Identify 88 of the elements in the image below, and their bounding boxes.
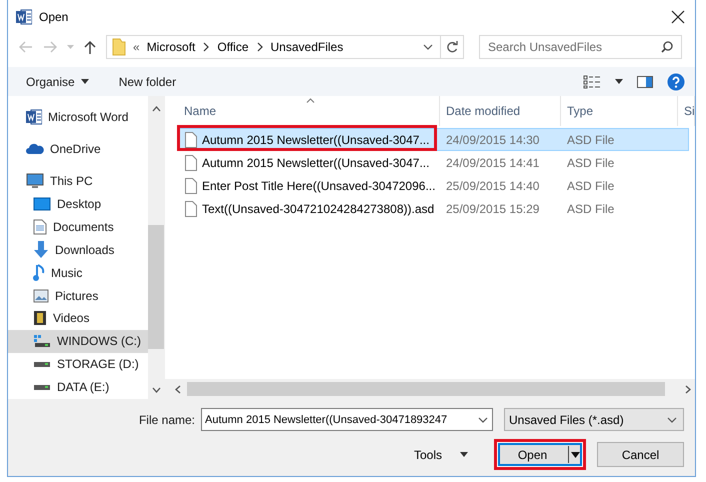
word-icon	[16, 9, 32, 25]
cancel-button[interactable]: Cancel	[597, 442, 684, 467]
monitor-icon	[26, 173, 44, 189]
view-list-icon[interactable]	[583, 74, 601, 88]
column-header[interactable]: Name	[178, 96, 440, 126]
file-name-field[interactable]: Autumn 2015 Newsletter((Unsaved-30471893247	[201, 408, 493, 431]
document-icon	[33, 219, 47, 236]
file-name: Text((Unsaved-304721024284273808)).asd	[202, 202, 434, 216]
type-cell-text: ASD File	[566, 156, 616, 170]
cloud-icon	[26, 143, 44, 155]
column-header[interactable]: Si	[678, 96, 695, 126]
word-icon	[26, 109, 42, 125]
film-icon	[33, 310, 47, 326]
file-type-dropdown[interactable]: Unsaved Files (*.asd)	[504, 408, 684, 431]
help-icon[interactable]	[667, 72, 685, 90]
chevron-down-icon	[478, 416, 488, 424]
type-cell-text: ASD File	[566, 178, 616, 192]
open-button[interactable]: Open	[494, 439, 586, 470]
view-caret-icon[interactable]	[615, 79, 623, 84]
new-folder-button[interactable]: New folder	[118, 72, 176, 90]
date-cell-text: 24/09/2015 14:30	[445, 132, 540, 146]
scroll-up-icon[interactable]	[152, 106, 160, 112]
chevron-down-icon	[667, 416, 677, 424]
music-note-icon	[33, 264, 45, 282]
breadcrumb-item[interactable]: UnsavedFiles	[270, 40, 344, 54]
sidebar-item[interactable]: Desktop	[8, 193, 148, 216]
download-arrow-icon	[33, 240, 49, 259]
preview-pane-icon[interactable]	[637, 76, 653, 88]
up-arrow-icon[interactable]	[84, 40, 96, 54]
caret-down-icon	[80, 79, 89, 84]
drive-icon	[33, 382, 51, 391]
sidebar-item[interactable]: Pictures	[8, 284, 148, 307]
scrollbar-thumb[interactable]	[187, 382, 665, 396]
field-label: File name:	[138, 412, 195, 426]
drive-icon	[33, 360, 51, 368]
file-icon	[185, 178, 197, 194]
chevron-right-icon	[256, 42, 264, 52]
sidebar-item[interactable]: Downloads	[8, 238, 148, 262]
refresh-icon[interactable]	[446, 41, 458, 53]
picture-icon	[33, 288, 49, 303]
file-icon	[185, 200, 197, 216]
sidebar-item[interactable]: WINDOWS (C:)	[8, 330, 148, 353]
caret-down-icon	[460, 452, 468, 457]
file-icon	[185, 154, 197, 170]
sidebar-item[interactable]: Documents	[8, 216, 148, 239]
sidebar-item[interactable]: This PC	[8, 169, 148, 193]
scrollbar-thumb[interactable]	[148, 225, 164, 349]
type-cell-text: ASD File	[566, 132, 616, 146]
date-cell-text: 25/09/2015 14:40	[445, 178, 540, 192]
dropdown-chevron-icon	[423, 43, 433, 51]
caret-down-icon	[571, 452, 580, 458]
tools-menu-button[interactable]: Tools	[408, 442, 474, 467]
column-header[interactable]: Type	[561, 96, 678, 126]
folder-icon	[112, 38, 126, 56]
date-cell-text: 25/09/2015 15:29	[445, 202, 540, 216]
file-row[interactable]: Autumn 2015 Newsletter((Unsaved-3047... 24/09/2015 14:41 ASD File	[178, 151, 689, 174]
scroll-down-icon[interactable]	[152, 387, 160, 393]
file-name: Autumn 2015 Newsletter((Unsaved-3047...	[202, 132, 430, 146]
search-icon	[661, 41, 673, 53]
breadcrumb-item[interactable]: Microsoft	[146, 40, 196, 54]
drive-icon	[33, 334, 51, 348]
file-row[interactable]: Enter Post Title Here((Unsaved-30472096... 25/09/2015 14:40 ASD File	[178, 174, 689, 197]
sidebar-item[interactable]: DATA (E:)	[8, 375, 148, 398]
close-icon[interactable]	[671, 10, 685, 24]
file-name: Autumn 2015 Newsletter((Unsaved-3047...	[202, 156, 430, 170]
sidebar-item[interactable]: Videos	[8, 306, 148, 330]
address-bar[interactable]: « Microsoft Office UnsavedFiles	[106, 35, 464, 59]
file-name: Enter Post Title Here((Unsaved-30472096...	[202, 178, 436, 192]
scroll-right-icon[interactable]	[685, 384, 691, 394]
date-cell-text: 24/09/2015 14:41	[445, 156, 540, 170]
overflow-chevron[interactable]: «	[133, 40, 140, 54]
sidebar-item[interactable]: Music	[8, 261, 148, 284]
window-title: Open	[39, 10, 70, 24]
chevron-right-icon	[202, 42, 210, 52]
sort-up-icon	[306, 98, 315, 103]
type-cell-text: ASD File	[566, 202, 616, 216]
sidebar-item[interactable]: Microsoft Word	[8, 105, 148, 129]
sidebar-item[interactable]: OneDrive	[8, 137, 148, 161]
desktop-icon	[33, 197, 51, 212]
breadcrumb-item[interactable]: Office	[217, 40, 248, 54]
file-icon	[185, 132, 197, 148]
file-row[interactable]: Autumn 2015 Newsletter((Unsaved-3047... 24/09/2015 14:30 ASD File	[178, 128, 689, 151]
search-field[interactable]: Search UnsavedFiles	[479, 35, 682, 59]
scroll-left-icon[interactable]	[175, 384, 181, 394]
file-row[interactable]: Text((Unsaved-304721024284273808)).asd 25/09/2015 15:29 ASD File	[178, 197, 689, 220]
organise-menu-button[interactable]: Organise	[26, 72, 89, 90]
column-header[interactable]: Date modified	[440, 96, 561, 126]
sidebar-item[interactable]: STORAGE (D:)	[8, 352, 148, 376]
